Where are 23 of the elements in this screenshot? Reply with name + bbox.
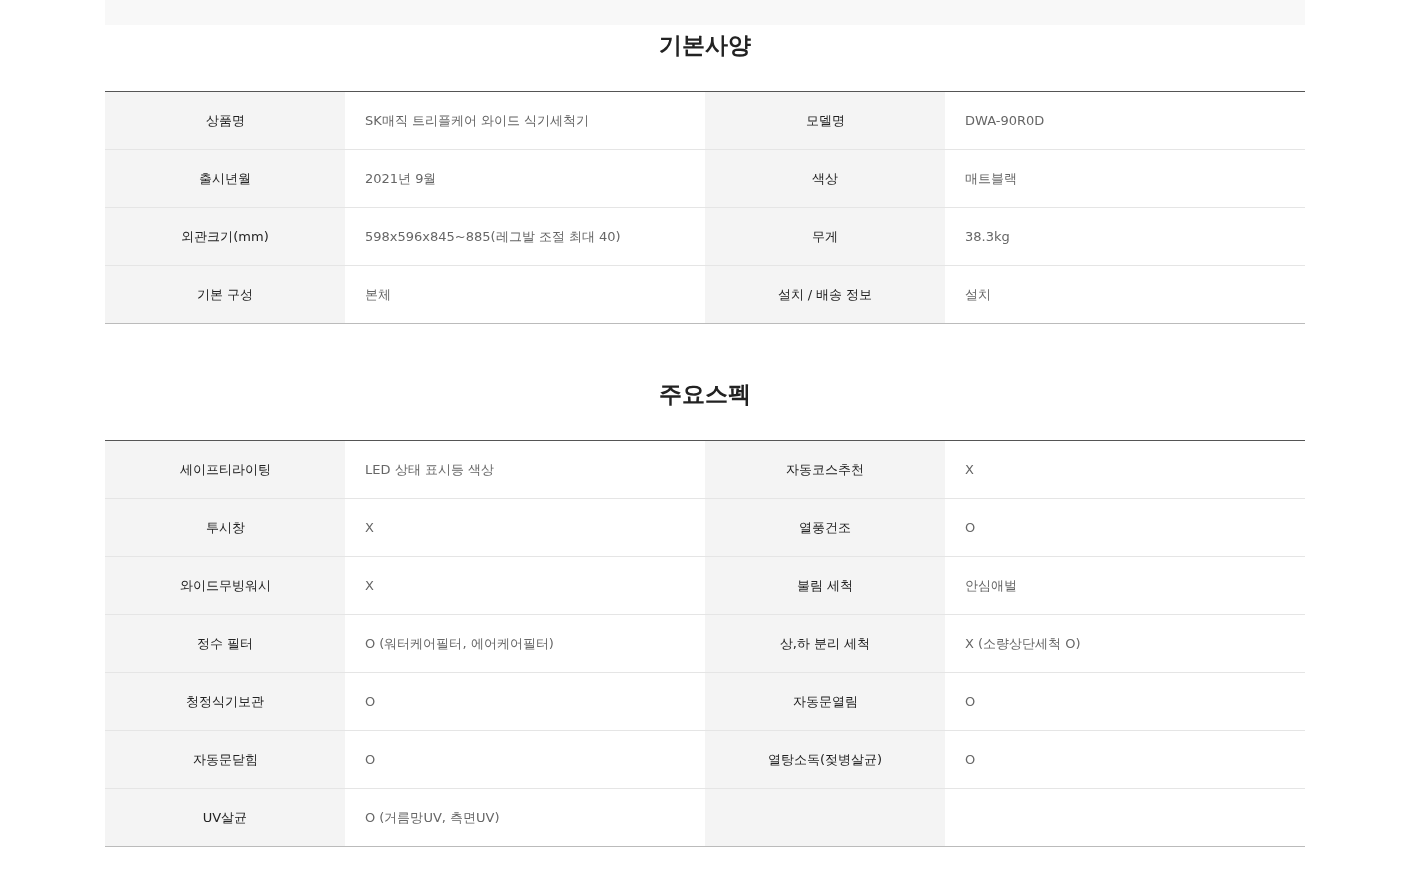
spec-label: 상품명 — [105, 92, 345, 149]
spec-label: 무게 — [705, 208, 945, 265]
spec-label: 색상 — [705, 150, 945, 207]
spec-label: 기본 구성 — [105, 266, 345, 323]
spec-label: 세이프티라이팅 — [105, 441, 345, 498]
spec-label: 투시창 — [105, 499, 345, 556]
spec-label: 자동문닫힘 — [105, 731, 345, 788]
spec-label: 상,하 분리 세척 — [705, 615, 945, 672]
spec-label: UV살균 — [105, 789, 345, 846]
spec-label: 열탕소독(젖병살균) — [705, 731, 945, 788]
spec-label: 외관크기(mm) — [105, 208, 345, 265]
spec-label: 출시년월 — [105, 150, 345, 207]
section-title: 기본사양 — [658, 31, 752, 60]
spec-label: 자동코스추천 — [705, 441, 945, 498]
section-title: 주요스펙 — [658, 380, 752, 409]
spec-label: 청정식기보관 — [105, 673, 345, 730]
spec-label: 모델명 — [705, 92, 945, 149]
spec-label: 와이드무빙워시 — [105, 557, 345, 614]
spec-label: 불림 세척 — [705, 557, 945, 614]
spec-label: 열풍건조 — [705, 499, 945, 556]
spec-label: 정수 필터 — [105, 615, 345, 672]
spec-label: 설치 / 배송 정보 — [705, 266, 945, 323]
spec-label: 자동문열림 — [705, 673, 945, 730]
